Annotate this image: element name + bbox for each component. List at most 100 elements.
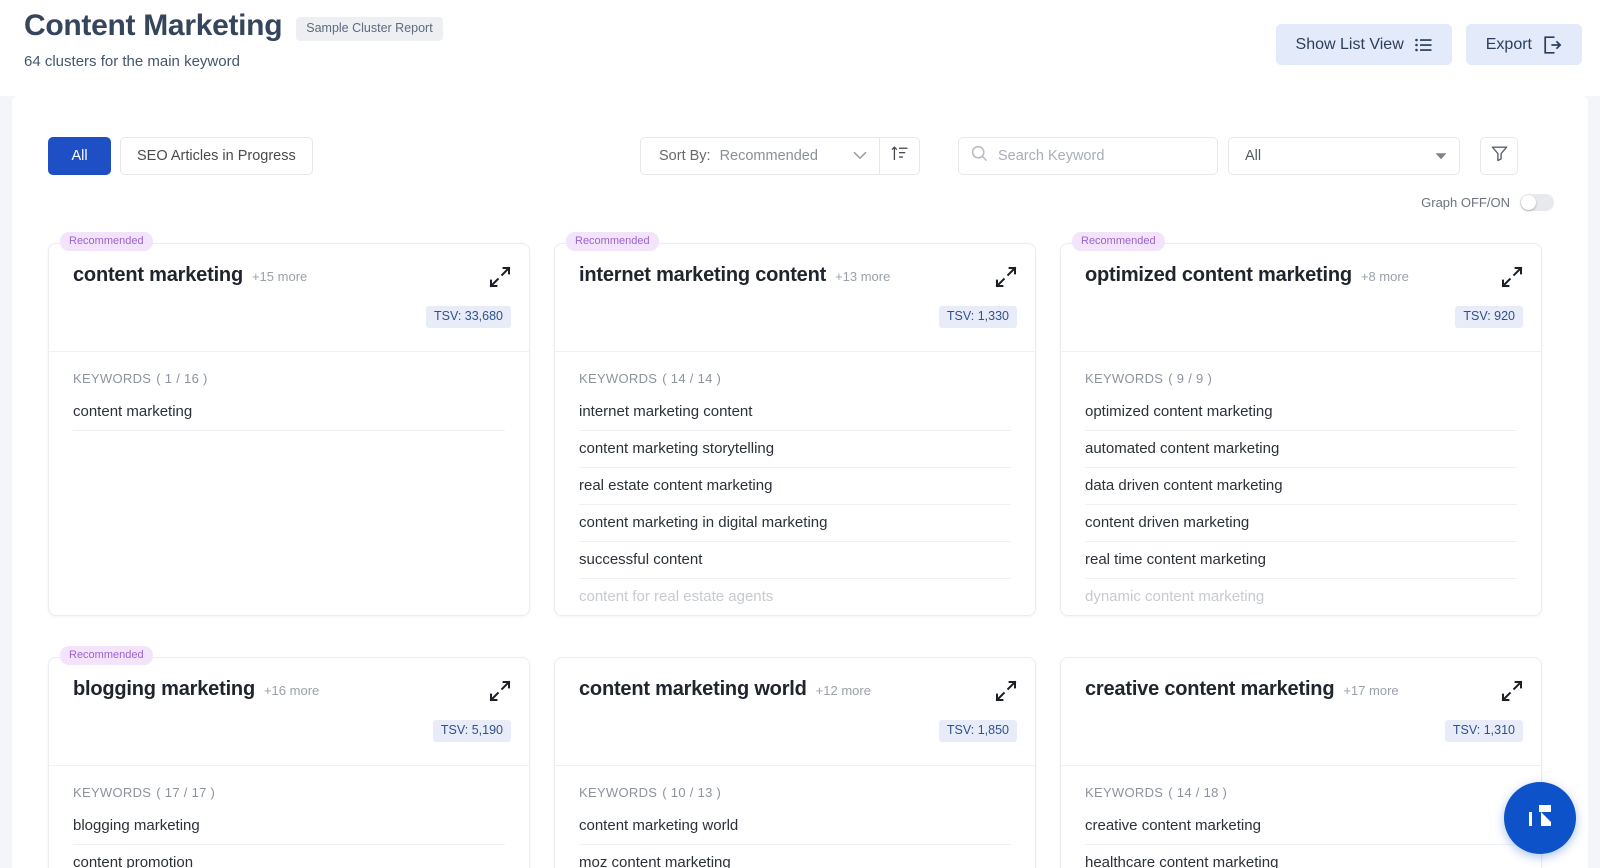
cluster-title: optimized content marketing bbox=[1085, 264, 1352, 287]
cluster-title: content marketing world bbox=[579, 678, 807, 701]
caret-down-icon bbox=[1435, 147, 1447, 165]
keyword-item[interactable]: successful content bbox=[579, 542, 1011, 579]
cluster-more-count[interactable]: +12 more bbox=[816, 683, 871, 698]
recommended-badge: Recommended bbox=[60, 646, 153, 665]
cluster-card-body: blogging marketing+16 moreTSV: 5,190KEYW… bbox=[48, 657, 530, 868]
keyword-item[interactable]: dynamic content marketing bbox=[1085, 579, 1517, 616]
keywords-count: ( 14 / 18 ) bbox=[1168, 785, 1227, 800]
segment-all[interactable]: All bbox=[48, 137, 111, 175]
show-list-view-label: Show List View bbox=[1296, 36, 1404, 54]
expand-icon[interactable] bbox=[995, 680, 1017, 702]
keywords-label: KEYWORDS bbox=[73, 371, 151, 386]
sort-direction-button[interactable] bbox=[879, 138, 919, 174]
tsv-badge: TSV: 1,850 bbox=[939, 720, 1017, 742]
cluster-title: creative content marketing bbox=[1085, 678, 1334, 701]
cluster-card-header: creative content marketing+17 moreTSV: 1… bbox=[1061, 658, 1541, 766]
keyword-item[interactable]: moz content marketing bbox=[579, 845, 1011, 868]
expand-icon[interactable] bbox=[1501, 680, 1523, 702]
cluster-card-grid: Recommendedcontent marketing+15 moreTSV:… bbox=[48, 232, 1552, 868]
cluster-more-count[interactable]: +8 more bbox=[1361, 269, 1409, 284]
export-button[interactable]: Export bbox=[1466, 24, 1582, 65]
cluster-card-content: KEYWORDS ( 1 / 16 ) content marketing bbox=[49, 352, 529, 431]
expand-icon[interactable] bbox=[1501, 266, 1523, 288]
sample-report-chip: Sample Cluster Report bbox=[296, 17, 442, 41]
cluster-more-count[interactable]: +13 more bbox=[835, 269, 890, 284]
search-input[interactable] bbox=[998, 148, 1205, 164]
keyword-item[interactable]: blogging marketing bbox=[73, 808, 505, 845]
cluster-card-content: KEYWORDS( 14 / 14 )internet marketing co… bbox=[555, 352, 1035, 616]
cluster-card: Recommendedblogging marketing+16 moreTSV… bbox=[48, 646, 530, 868]
expand-icon[interactable] bbox=[489, 266, 511, 288]
keywords-label: KEYWORDS bbox=[1085, 785, 1163, 800]
keyword-item[interactable]: real time content marketing bbox=[1085, 542, 1517, 579]
category-filter-dropdown[interactable]: All bbox=[1228, 137, 1460, 175]
cluster-card: Recommended internet marketing content +13… bbox=[554, 232, 1036, 616]
cluster-card-content: KEYWORDS( 9 / 9 ) optimized content marke… bbox=[1061, 352, 1541, 616]
cluster-card-header: optimized content marketing+8 moreTSV: 9… bbox=[1061, 244, 1541, 352]
keywords-count: ( 10 / 13 ) bbox=[662, 785, 721, 800]
cluster-title-row: blogging marketing +16 more bbox=[73, 678, 509, 701]
keyword-item[interactable]: content marketing world bbox=[579, 808, 1011, 845]
sort-dropdown[interactable]: Sort By: Recommended bbox=[641, 138, 879, 174]
keyword-item[interactable]: healthcare content marketing bbox=[1085, 845, 1517, 868]
keyword-item[interactable]: content driven marketing bbox=[1085, 505, 1517, 542]
sort-selected-value: Recommended bbox=[720, 148, 844, 164]
keyword-item[interactable]: content promotion bbox=[73, 845, 505, 868]
tsv-badge: TSV: 33,680 bbox=[426, 306, 511, 328]
segment-seo-articles-in-progress[interactable]: SEO Articles in Progress bbox=[120, 137, 313, 175]
search-icon bbox=[971, 145, 988, 167]
cluster-card-body: content marketing+15 moreTSV: 33,680KEYW… bbox=[48, 243, 530, 616]
recommended-badge: Recommended bbox=[566, 232, 659, 251]
cluster-card-header: blogging marketing+16 moreTSV: 5,190 bbox=[49, 658, 529, 766]
page-title: Content Marketing bbox=[24, 6, 282, 46]
cluster-more-count[interactable]: +16 more bbox=[264, 683, 319, 698]
keywords-count: ( 1 / 16 ) bbox=[156, 371, 207, 386]
keyword-item[interactable]: optimized content marketing bbox=[1085, 394, 1517, 431]
advanced-filter-button[interactable] bbox=[1480, 137, 1518, 175]
cluster-card-body: content marketing world +12 more TSV: 1,85… bbox=[554, 657, 1036, 868]
expand-icon[interactable] bbox=[489, 680, 511, 702]
search-box[interactable] bbox=[958, 137, 1218, 175]
keywords-label: KEYWORDS bbox=[73, 785, 151, 800]
keyword-item[interactable]: data driven content marketing bbox=[1085, 468, 1517, 505]
cluster-title: internet marketing content bbox=[579, 264, 826, 287]
keyword-item[interactable]: content marketing in digital marketing bbox=[579, 505, 1011, 542]
cluster-title-row: content marketing+15 more bbox=[73, 264, 509, 287]
keyword-item[interactable]: internet marketing content bbox=[579, 394, 1011, 431]
help-widget-button[interactable] bbox=[1504, 782, 1576, 854]
show-list-view-button[interactable]: Show List View bbox=[1276, 24, 1452, 65]
keywords-header: KEYWORDS( 9 / 9 ) bbox=[1085, 371, 1517, 386]
keywords-count: ( 9 / 9 ) bbox=[1168, 371, 1212, 386]
cluster-title-row: internet marketing content +13 more bbox=[579, 264, 1015, 287]
segment-seo-label: SEO Articles in Progress bbox=[137, 148, 296, 164]
cluster-title-row: optimized content marketing +8 more bbox=[1085, 264, 1521, 287]
cluster-more-count[interactable]: +17 more bbox=[1343, 683, 1398, 698]
cluster-more-count[interactable]: +15 more bbox=[252, 269, 307, 284]
title-row: Content Marketing Sample Cluster Report bbox=[24, 6, 443, 46]
tsv-badge: TSV: 1,330 bbox=[939, 306, 1017, 328]
keyword-list: blogging marketingcontent promotion bbox=[73, 808, 505, 868]
keywords-header: KEYWORDS ( 1 / 16 ) bbox=[73, 371, 505, 386]
keyword-item[interactable]: creative content marketing bbox=[1085, 808, 1517, 845]
content-panel: All SEO Articles in Progress Sort By: Re… bbox=[12, 96, 1588, 868]
keyword-item[interactable]: content marketing storytelling bbox=[579, 431, 1011, 468]
keywords-label: KEYWORDS bbox=[579, 371, 657, 386]
graph-toggle-switch[interactable] bbox=[1520, 194, 1554, 211]
cluster-card: creative content marketing+17 moreTSV: 1… bbox=[1060, 646, 1542, 868]
keyword-item[interactable]: content for real estate agents bbox=[579, 579, 1011, 616]
cluster-title: blogging marketing bbox=[73, 678, 255, 701]
keyword-item[interactable]: automated content marketing bbox=[1085, 431, 1517, 468]
page-subtitle: 64 clusters for the main keyword bbox=[24, 52, 443, 72]
keyword-list: creative content marketinghealthcare con… bbox=[1085, 808, 1517, 868]
keyword-item[interactable]: content marketing bbox=[73, 394, 505, 431]
expand-icon[interactable] bbox=[995, 266, 1017, 288]
keywords-count: ( 17 / 17 ) bbox=[156, 785, 215, 800]
filter-segment-group: All SEO Articles in Progress bbox=[48, 137, 313, 175]
keyword-list: internet marketing contentcontent market… bbox=[579, 394, 1011, 616]
cluster-card: Recommendedcontent marketing+15 moreTSV:… bbox=[48, 232, 530, 616]
keyword-list: optimized content marketingautomated con… bbox=[1085, 394, 1517, 616]
category-filter-value: All bbox=[1245, 148, 1261, 164]
keyword-list: content marketing bbox=[73, 394, 505, 431]
export-icon bbox=[1543, 36, 1562, 54]
keyword-item[interactable]: real estate content marketing bbox=[579, 468, 1011, 505]
